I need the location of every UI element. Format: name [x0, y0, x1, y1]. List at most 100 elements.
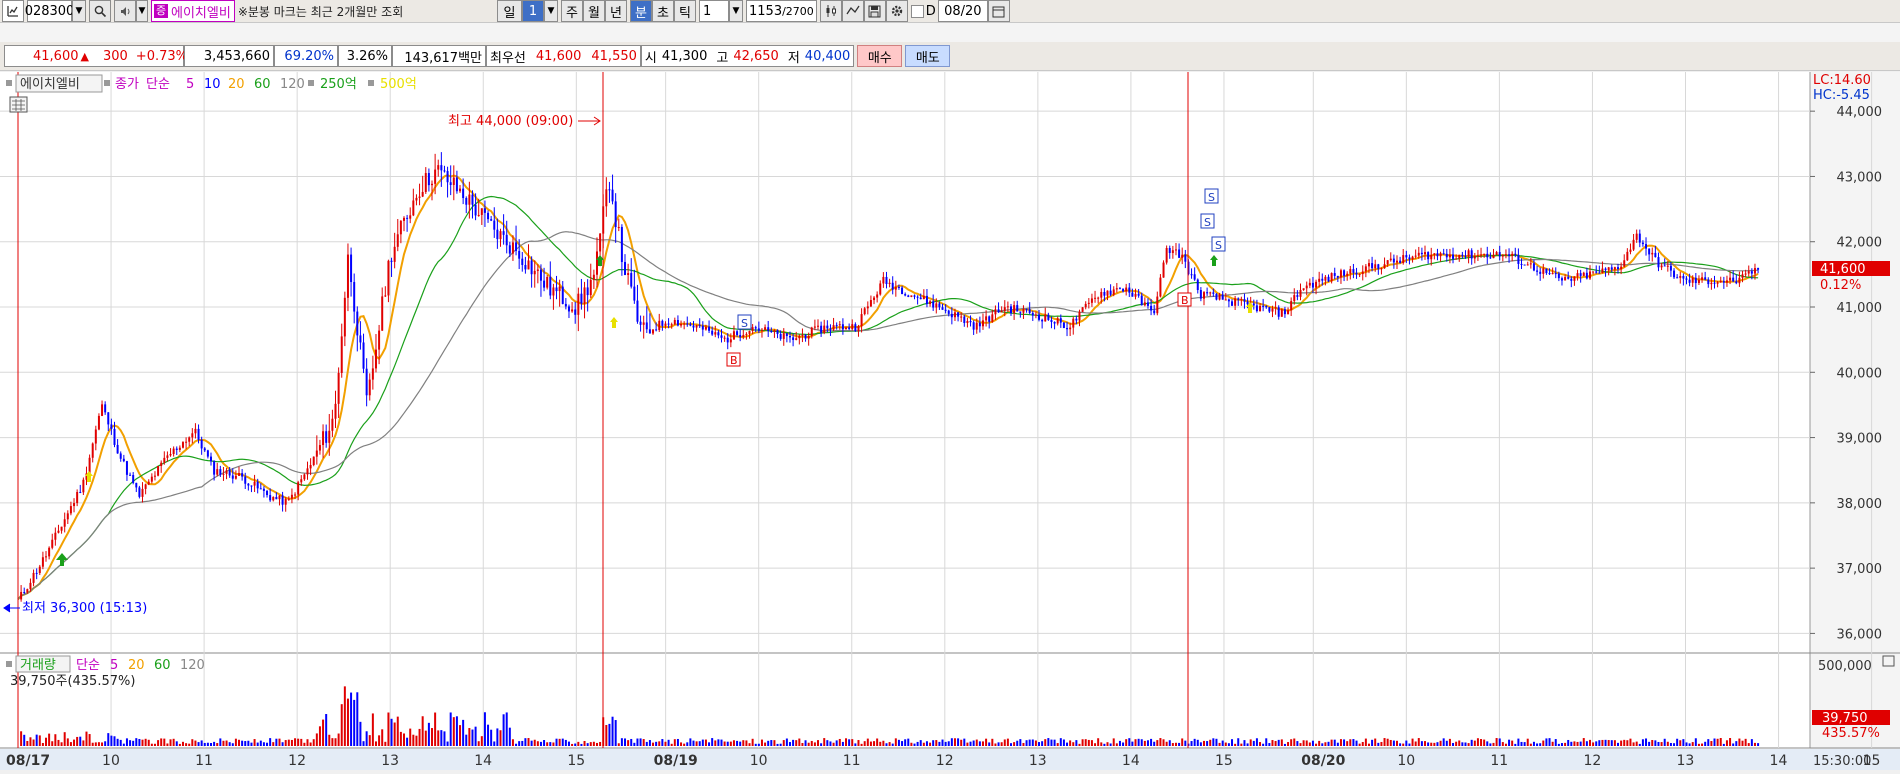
period-day-button[interactable]: 일: [497, 0, 522, 22]
volume-bar: [1193, 738, 1196, 746]
volume-bar: [353, 699, 356, 746]
price-chart[interactable]: 44,000 43,000 42,000 41,000 40,000 39,000 38,0…: [0, 72, 1900, 770]
candle-body: [1439, 253, 1442, 257]
candle-body: [521, 258, 524, 265]
calendar-icon[interactable]: [987, 0, 1010, 22]
data-count-box[interactable]: 1153/2700: [746, 0, 817, 22]
volume-bar: [356, 692, 359, 746]
sell-button[interactable]: 매도: [905, 45, 951, 67]
candle-body: [343, 297, 346, 337]
candle-body: [1156, 296, 1159, 314]
volume-bar: [1283, 743, 1286, 746]
volume-bar: [1588, 739, 1591, 746]
volume-bar: [757, 743, 760, 746]
stock-code-input[interactable]: 028300: [25, 0, 74, 22]
volume-pane-close-icon[interactable]: [1882, 655, 1895, 667]
candle-body: [1022, 309, 1025, 313]
candle-body: [642, 322, 645, 325]
volume-bar: [1178, 742, 1181, 746]
legend-ma5: 5: [186, 77, 194, 92]
period-year-button[interactable]: 년: [605, 0, 627, 22]
period-day-count[interactable]: 1: [522, 0, 544, 22]
volume-bar: [648, 740, 651, 746]
candle-body: [966, 321, 969, 324]
candle-body: [1305, 285, 1308, 289]
volume-bar: [658, 741, 661, 746]
period-minute-button[interactable]: 분: [630, 0, 652, 22]
volume-bar: [745, 740, 748, 746]
time-axis-label: 10: [102, 753, 120, 769]
stock-name-box[interactable]: 증 에이치엘비: [151, 0, 235, 22]
volume-bar: [1302, 740, 1305, 746]
period-week-button[interactable]: 주: [561, 0, 583, 22]
grid-table-icon-lines: [12, 99, 25, 111]
candle-body: [1582, 272, 1585, 276]
interval-dropdown-icon[interactable]: ▼: [729, 0, 743, 22]
volume-bar: [1156, 740, 1159, 746]
volume-bar: [1358, 743, 1361, 746]
volume-bar: [1056, 743, 1059, 746]
candle-body: [216, 469, 219, 475]
period-tick-button[interactable]: 틱: [674, 0, 696, 22]
volume-bar: [1006, 738, 1009, 746]
candle-body: [1629, 249, 1632, 252]
volume-bar: [1514, 743, 1517, 746]
candle-body: [704, 326, 707, 330]
volume-bar: [754, 743, 757, 746]
volume-bar: [1548, 738, 1551, 746]
candle-body: [788, 335, 791, 338]
period-second-button[interactable]: 초: [652, 0, 674, 22]
candle-body: [477, 214, 480, 216]
volume-bar: [1336, 742, 1339, 746]
grid-table-icon[interactable]: [9, 96, 28, 113]
chart-window-icon[interactable]: [2, 0, 24, 22]
period-month-button[interactable]: 월: [583, 0, 605, 22]
save-icon[interactable]: [863, 0, 886, 22]
code-dropdown-icon[interactable]: ▼: [72, 0, 86, 22]
candle-body: [595, 251, 598, 275]
volume-bar: [1719, 738, 1722, 746]
time-axis-label: 11: [195, 753, 213, 769]
volume-bar: [238, 739, 241, 746]
candle-body: [1747, 271, 1750, 274]
candle-body: [801, 334, 804, 336]
volume-legend-simple: 단순: [76, 658, 100, 673]
volume-bar: [770, 740, 773, 746]
speaker-dropdown-icon[interactable]: ▼: [136, 0, 148, 22]
up-arrow-icon: ▲: [80, 49, 89, 63]
date-input[interactable]: 08/20: [937, 0, 988, 22]
price-tick-label: 38,000: [1837, 497, 1883, 512]
volume-bar: [686, 742, 689, 746]
speaker-icon[interactable]: [114, 0, 136, 22]
candle-body: [107, 412, 110, 425]
volume-bar: [409, 728, 412, 746]
candle-body: [406, 217, 409, 219]
candle-body: [138, 487, 141, 497]
chart-area[interactable]: 44,000 43,000 42,000 41,000 40,000 39,000 38,0…: [0, 72, 1900, 770]
gear-icon[interactable]: [885, 0, 908, 22]
volume-bar: [138, 738, 141, 746]
candle-body: [297, 482, 300, 495]
candle-body: [1280, 309, 1283, 317]
volume-bar: [835, 740, 838, 746]
volume-bar: [963, 738, 966, 746]
volume-bar: [440, 730, 443, 746]
date-checkbox[interactable]: [910, 4, 924, 18]
volume-bar: [110, 735, 113, 746]
candle-body: [1573, 276, 1576, 281]
interval-input[interactable]: 1: [699, 0, 729, 22]
candle-body: [633, 286, 636, 301]
search-icon[interactable]: [89, 0, 111, 22]
volume-bar: [782, 740, 785, 746]
volume-bar: [502, 714, 505, 746]
candle-body: [294, 494, 297, 496]
period-count-dropdown-icon[interactable]: ▼: [544, 0, 558, 22]
candle-body: [1308, 282, 1311, 286]
candle-body: [1352, 269, 1355, 273]
candle-body: [424, 173, 427, 192]
candle-type-icon[interactable]: [819, 0, 842, 22]
candle-body: [328, 430, 331, 443]
volume-bar: [1215, 738, 1218, 746]
line-type-icon[interactable]: [841, 0, 864, 22]
buy-button[interactable]: 매수: [857, 45, 903, 67]
